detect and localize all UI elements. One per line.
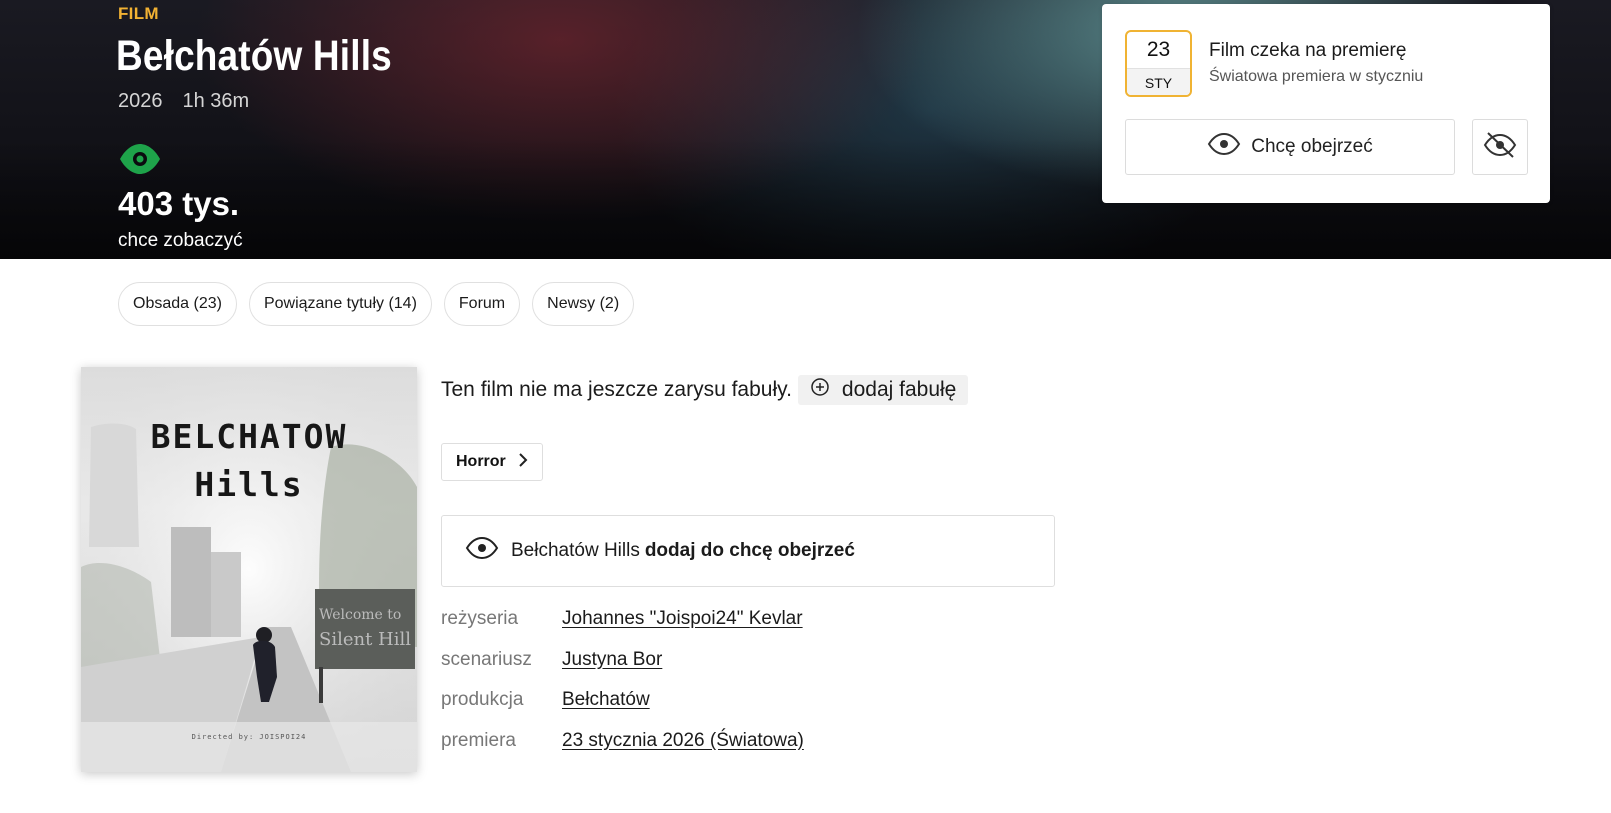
poster-title-line1: BELCHATOW	[150, 417, 348, 456]
add-plot-button[interactable]: dodaj fabułę	[797, 375, 969, 405]
film-poster[interactable]: BELCHATOW Hills Welcome to Silent Hill D…	[81, 367, 417, 772]
crew-label: scenariusz	[441, 648, 532, 670]
wants-label: chce zobaczyć	[118, 230, 243, 251]
crew-row-screenplay: scenariusz Justyna Bor	[441, 649, 804, 690]
add-plot-label: dodaj fabułę	[841, 378, 957, 401]
film-year: 2026	[118, 90, 163, 112]
not-interested-button[interactable]	[1472, 119, 1528, 175]
eye-outline-icon	[1207, 132, 1241, 162]
add-to-watchlist-box[interactable]: Bełchatów Hills dodaj do chcę obejrzeć	[441, 515, 1055, 587]
type-label: FILM	[118, 4, 159, 23]
crew-list: reżyseria Johannes "Joispoi24" Kevlar sc…	[441, 608, 804, 770]
premiere-subtitle: Światowa premiera w styczniu	[1209, 68, 1424, 85]
production-link[interactable]: Bełchatów	[562, 689, 650, 711]
poster-title-line2: Hills	[194, 465, 304, 504]
calendar-month: STY	[1127, 68, 1190, 95]
section-tabs: Obsada (23) Powiązane tytuły (14) Forum …	[118, 282, 635, 326]
screenplay-link[interactable]: Justyna Bor	[562, 649, 662, 671]
watchlist-action: dodaj do chcę obejrzeć	[644, 540, 855, 561]
plus-circle-icon	[810, 377, 830, 403]
crew-label: produkcja	[441, 689, 524, 710]
calendar-day: 23	[1146, 38, 1171, 61]
watchlist-title: Bełchatów Hills	[511, 540, 640, 561]
eye-outline-icon	[465, 536, 499, 566]
genre-button[interactable]: Horror	[441, 443, 543, 481]
poster-credit: Directed by: JOISPOI24	[191, 733, 307, 741]
genre-label: Horror	[456, 453, 506, 470]
chevron-right-icon	[518, 452, 528, 472]
premiere-card: 23 STY Film czeka na premierę Światowa p…	[1102, 4, 1550, 203]
film-duration: 1h 36m	[182, 90, 250, 112]
eye-off-icon	[1483, 131, 1517, 164]
calendar-badge: 23 STY	[1125, 30, 1192, 97]
crew-label: reżyseria	[441, 608, 519, 629]
poster-sign-line1: Welcome to	[319, 607, 402, 623]
crew-label: premiera	[441, 729, 516, 751]
director-link[interactable]: Johannes "Joispoi24" Kevlar	[562, 608, 803, 630]
premiere-title: Film czeka na premierę	[1209, 40, 1407, 61]
want-to-watch-button[interactable]: Chcę obejrzeć	[1125, 119, 1455, 175]
tab-news[interactable]: Newsy (2)	[532, 282, 635, 326]
crew-row-production: produkcja Bełchatów	[441, 689, 804, 730]
crew-row-premiere: premiera 23 stycznia 2026 (Światowa)	[441, 730, 804, 771]
plot-text: Ten film nie ma jeszcze zarysu fabuły.	[441, 378, 792, 401]
premiere-date-link[interactable]: 23 stycznia 2026 (Światowa)	[562, 730, 804, 752]
eye-icon	[118, 143, 162, 175]
tab-forum[interactable]: Forum	[443, 282, 521, 326]
tab-cast[interactable]: Obsada (23)	[118, 282, 237, 326]
crew-row-director: reżyseria Johannes "Joispoi24" Kevlar	[441, 608, 804, 649]
film-meta: 2026 1h 36m	[118, 90, 249, 113]
page-title: Bełchatów Hills	[116, 32, 392, 80]
want-to-watch-label: Chcę obejrzeć	[1251, 136, 1373, 157]
plot-section: Ten film nie ma jeszcze zarysu fabuły. d…	[441, 375, 969, 405]
tab-related-titles[interactable]: Powiązane tytuły (14)	[248, 282, 432, 326]
wants-count: 403 tys.	[118, 185, 240, 222]
poster-sign-line2: Silent Hill	[319, 629, 412, 650]
